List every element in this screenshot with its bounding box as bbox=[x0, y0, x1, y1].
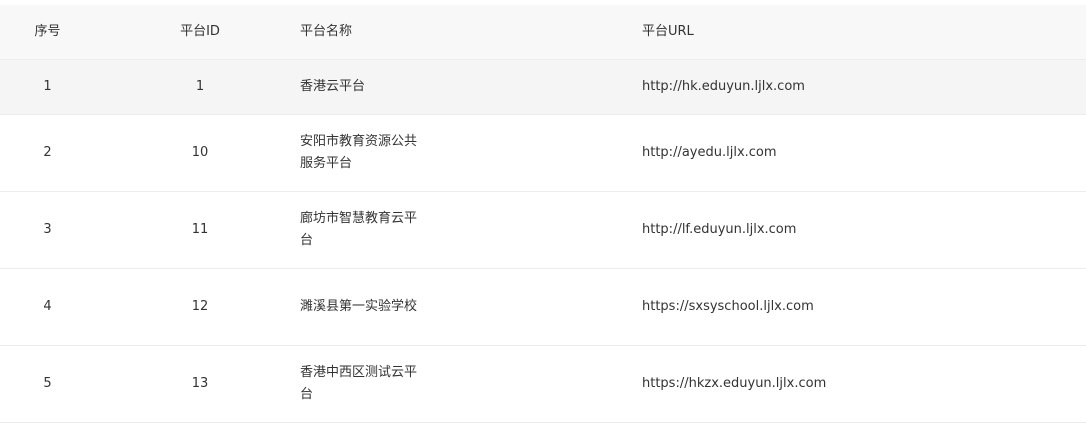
platform-name-text: 廊坊市智慧教育云平台 bbox=[300, 211, 418, 248]
header-serial-number[interactable]: 序号 bbox=[0, 5, 95, 59]
cell-platform-id: 1 bbox=[195, 79, 205, 94]
table-row[interactable]: 2 10 安阳市教育资源公共服务平台 http://ayedu.ljlx.com bbox=[0, 115, 1086, 192]
platform-name-text: 香港中西区测试云平台 bbox=[300, 365, 418, 402]
table-header-row: 序号 平台ID 平台名称 平台URL bbox=[0, 5, 1086, 60]
cell-platform-url: http://ayedu.ljlx.com bbox=[642, 145, 777, 160]
cell-platform-name: 濉溪县第一实验学校 bbox=[300, 269, 420, 345]
header-platform-url[interactable]: 平台URL bbox=[642, 5, 1062, 59]
table-row[interactable]: 5 13 香港中西区测试云平台 https://hkzx.eduyun.ljlx… bbox=[0, 346, 1086, 423]
cell-platform-name: 香港云平台 bbox=[300, 60, 420, 114]
cell-serial-number: 4 bbox=[43, 299, 52, 314]
cell-platform-url: http://hk.eduyun.ljlx.com bbox=[642, 79, 805, 94]
cell-platform-url: http://lf.eduyun.ljlx.com bbox=[642, 222, 797, 237]
table-row[interactable]: 3 11 廊坊市智慧教育云平台 http://lf.eduyun.ljlx.co… bbox=[0, 192, 1086, 269]
cell-serial-number: 1 bbox=[43, 79, 52, 94]
cell-platform-id: 13 bbox=[191, 376, 209, 391]
cell-platform-name: 廊坊市智慧教育云平台 bbox=[300, 192, 420, 268]
cell-platform-url: https://hkzx.eduyun.ljlx.com bbox=[642, 376, 827, 391]
cell-platform-id: 12 bbox=[191, 299, 209, 314]
table-row[interactable]: 4 12 濉溪县第一实验学校 https://sxsyschool.ljlx.c… bbox=[0, 269, 1086, 346]
header-platform-id[interactable]: 平台ID bbox=[150, 5, 250, 59]
table-row[interactable]: 1 1 香港云平台 http://hk.eduyun.ljlx.com bbox=[0, 60, 1086, 115]
cell-platform-url: https://sxsyschool.ljlx.com bbox=[642, 299, 814, 314]
platform-table: 序号 平台ID 平台名称 平台URL 1 1 香港云平台 http://hk.e… bbox=[0, 0, 1086, 423]
cell-platform-id: 10 bbox=[191, 145, 209, 160]
platform-name-text: 香港云平台 bbox=[300, 79, 366, 94]
platform-name-text: 濉溪县第一实验学校 bbox=[300, 299, 418, 314]
cell-serial-number: 2 bbox=[43, 145, 52, 160]
cell-platform-name: 香港中西区测试云平台 bbox=[300, 346, 420, 422]
cell-serial-number: 3 bbox=[43, 222, 52, 237]
header-platform-name[interactable]: 平台名称 bbox=[300, 5, 420, 59]
cell-platform-id: 11 bbox=[191, 222, 209, 237]
cell-platform-name: 安阳市教育资源公共服务平台 bbox=[300, 115, 420, 191]
cell-serial-number: 5 bbox=[43, 376, 52, 391]
platform-name-text: 安阳市教育资源公共服务平台 bbox=[300, 134, 418, 171]
